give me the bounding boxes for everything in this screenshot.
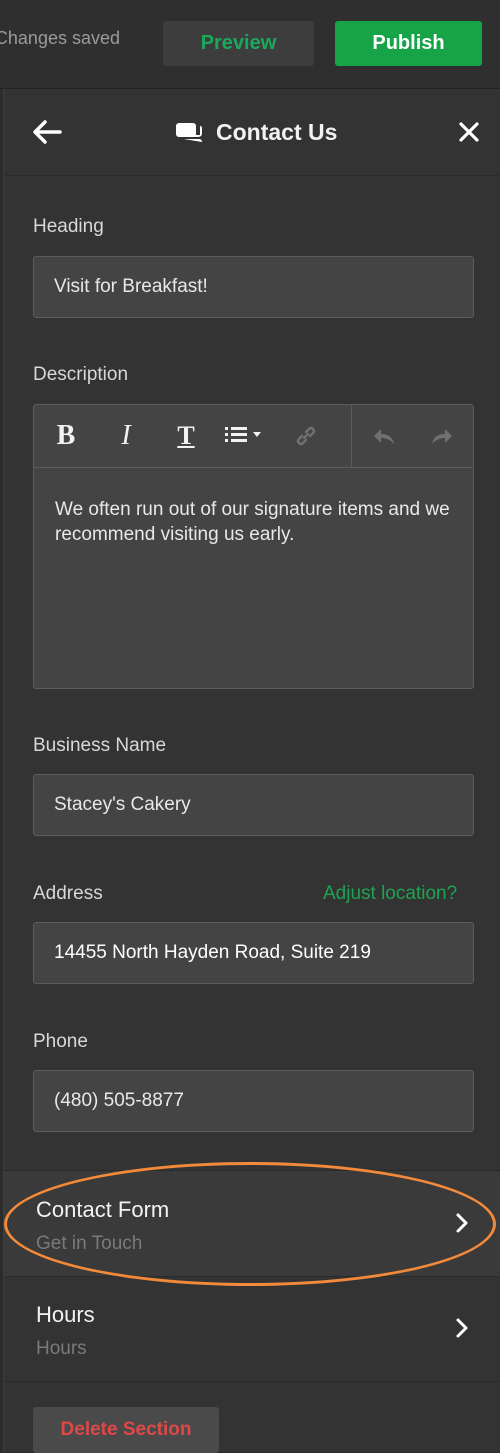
address-label: Address: [33, 883, 103, 904]
business-name-input[interactable]: Stacey's Cakery: [33, 774, 474, 836]
nav-item-subtitle: Hours: [36, 1338, 87, 1359]
description-text[interactable]: We often run out of our signature items …: [55, 497, 455, 547]
chevron-right-icon: [456, 1213, 468, 1233]
nav-item-contact-form[interactable]: Contact Form Get in Touch: [4, 1170, 500, 1277]
heading-label: Heading: [33, 216, 104, 237]
bold-icon[interactable]: B: [46, 405, 86, 467]
heading-input[interactable]: Visit for Breakfast!: [33, 256, 474, 318]
nav-item-title: Hours: [36, 1302, 95, 1327]
description-label: Description: [33, 364, 129, 385]
redo-icon[interactable]: [422, 405, 462, 467]
nav-item-title: Contact Form: [36, 1197, 170, 1222]
panel-header: Contact Us: [4, 89, 500, 176]
panel-title-text: Contact Us: [216, 118, 338, 145]
address-value: 14455 North Hayden Road, Suite 219: [54, 942, 371, 963]
back-arrow-icon[interactable]: [30, 117, 64, 147]
preview-button[interactable]: Preview: [163, 21, 314, 66]
section-settings-panel: Contact Us Heading Visit for Breakfast! …: [3, 89, 500, 1453]
description-editor: B I T We often run out of our signature …: [33, 404, 474, 689]
publish-button[interactable]: Publish: [335, 21, 482, 66]
nav-item-subtitle: Get in Touch: [36, 1233, 143, 1254]
phone-input[interactable]: (480) 505-8877: [33, 1070, 474, 1132]
link-icon[interactable]: [286, 405, 326, 467]
nav-item-hours[interactable]: Hours Hours: [4, 1276, 500, 1382]
address-input[interactable]: 14455 North Hayden Road, Suite 219: [33, 922, 474, 984]
adjust-location-link[interactable]: Adjust location?: [323, 883, 457, 905]
panel-title: Contact Us: [174, 115, 337, 149]
chat-bubbles-icon: [176, 123, 202, 142]
italic-icon[interactable]: I: [106, 405, 146, 467]
chevron-right-icon: [456, 1318, 468, 1338]
undo-icon[interactable]: [364, 405, 404, 467]
editor-toolbar: B I T: [34, 405, 473, 468]
save-status-text: Changes saved: [0, 28, 120, 48]
business-name-label: Business Name: [33, 735, 167, 756]
top-bar: Changes saved Preview Publish: [0, 0, 500, 89]
toolbar-divider: [351, 405, 352, 467]
close-icon[interactable]: [456, 119, 482, 145]
text-format-icon[interactable]: T: [166, 405, 206, 467]
phone-label: Phone: [33, 1031, 88, 1052]
delete-section-button[interactable]: Delete Section: [33, 1407, 219, 1453]
list-dropdown-icon[interactable]: [220, 405, 270, 467]
